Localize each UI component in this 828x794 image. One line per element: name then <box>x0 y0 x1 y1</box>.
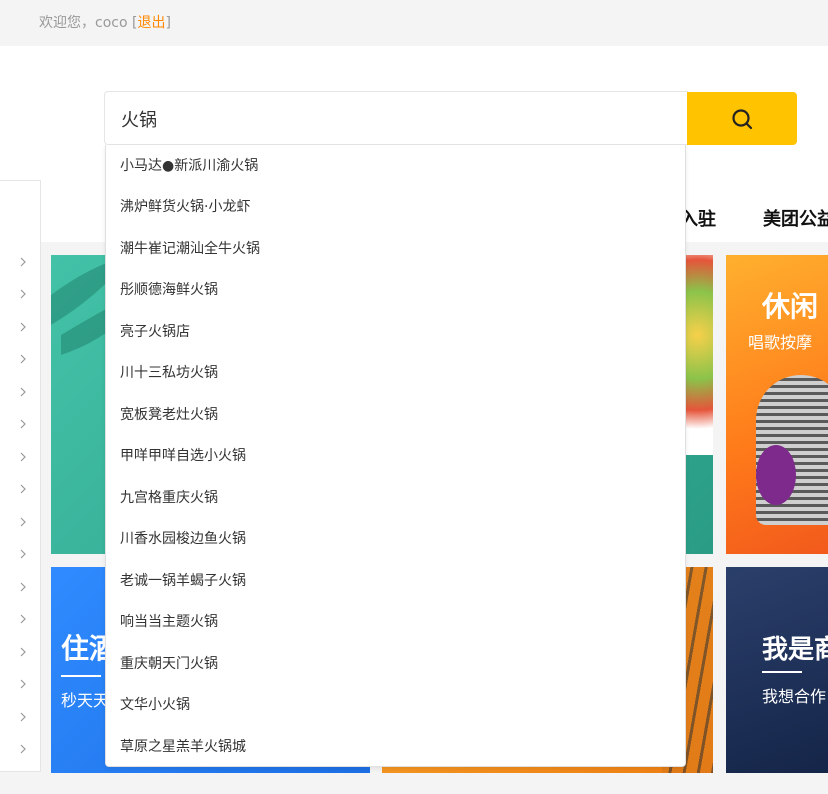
suggestion-item[interactable]: 重庆朝天门火锅 <box>120 654 218 674</box>
banner-leisure[interactable]: 休闲 唱歌按摩 <box>726 255 828 554</box>
chevron-right-icon[interactable] <box>18 257 28 267</box>
suggestion-item[interactable]: 潮牛崔记潮汕全牛火锅 <box>120 239 260 259</box>
hotel-subtitle: 秒天天 <box>61 691 110 710</box>
chevron-right-icon[interactable] <box>18 647 28 657</box>
title-underline <box>61 675 101 677</box>
chevron-right-icon[interactable] <box>18 387 28 397</box>
suggestion-item[interactable]: 沸炉鲜货火锅·小龙虾 <box>120 197 250 217</box>
title-underline <box>762 671 802 673</box>
suggestion-item[interactable]: 九宫格重庆火锅 <box>120 488 218 508</box>
suggestion-item[interactable]: 小马达●新派川渝火锅 <box>120 156 258 176</box>
welcome-text: 欢迎您，coco [退出] <box>39 12 171 32</box>
chevron-right-icon[interactable] <box>18 549 28 559</box>
leisure-subtitle: 唱歌按摩 <box>748 333 813 352</box>
chevron-right-icon[interactable] <box>18 517 28 527</box>
top-bar: 欢迎您，coco [退出] <box>0 0 828 46</box>
suggestion-item[interactable]: 川十三私坊火锅 <box>120 363 218 383</box>
chevron-right-icon[interactable] <box>18 484 28 494</box>
welcome-label: 欢迎您，coco <box>39 15 128 31</box>
chevron-right-icon[interactable] <box>18 582 28 592</box>
search-icon <box>732 108 753 129</box>
suggestion-item[interactable]: 甲咩甲咩自选小火锅 <box>120 446 246 466</box>
suggestion-item[interactable]: 彤顺德海鲜火锅 <box>120 280 218 300</box>
suggestion-item[interactable]: 川香水园梭边鱼火锅 <box>120 529 246 549</box>
chevron-right-icon[interactable] <box>18 712 28 722</box>
logout-bracket-close: ] <box>165 15 171 31</box>
purple-circle-decoration <box>756 445 796 505</box>
search-suggestions-dropdown: 小马达●新派川渝火锅 沸炉鲜货火锅·小龙虾 潮牛崔记潮汕全牛火锅 彤顺德海鲜火锅… <box>105 145 686 767</box>
search-box <box>104 91 688 145</box>
chevron-right-icon[interactable] <box>18 289 28 299</box>
suggestion-item[interactable]: 文华小火锅 <box>120 695 190 715</box>
search-input[interactable] <box>121 106 661 132</box>
suggestion-item[interactable]: 宽板凳老灶火锅 <box>120 405 218 425</box>
chevron-right-icon[interactable] <box>18 354 28 364</box>
chevron-right-icon[interactable] <box>18 322 28 332</box>
chevron-right-icon[interactable] <box>18 452 28 462</box>
logout-link[interactable]: 退出 <box>137 15 165 31</box>
category-panel <box>0 180 41 772</box>
leisure-title: 休闲 <box>762 290 819 323</box>
chevron-right-icon[interactable] <box>18 419 28 429</box>
search-button[interactable] <box>687 92 797 145</box>
suggestion-item[interactable]: 草原之星羔羊火锅城 <box>120 737 246 757</box>
suggestion-item[interactable]: 亮子火锅店 <box>120 322 190 342</box>
merchant-subtitle: 我想合作 <box>762 687 827 706</box>
suggestion-item[interactable]: 响当当主题火锅 <box>120 612 218 632</box>
banner-merchant[interactable]: 我是商 我想合作 <box>726 567 828 773</box>
chevron-right-icon[interactable] <box>18 744 28 754</box>
chevron-right-icon[interactable] <box>18 614 28 624</box>
suggestion-item[interactable]: 老诚一锅羊蝎子火锅 <box>120 571 246 591</box>
merchant-title: 我是商 <box>762 635 828 665</box>
chevron-right-icon[interactable] <box>18 679 28 689</box>
nav-item-charity[interactable]: 美团公益 <box>763 205 828 231</box>
